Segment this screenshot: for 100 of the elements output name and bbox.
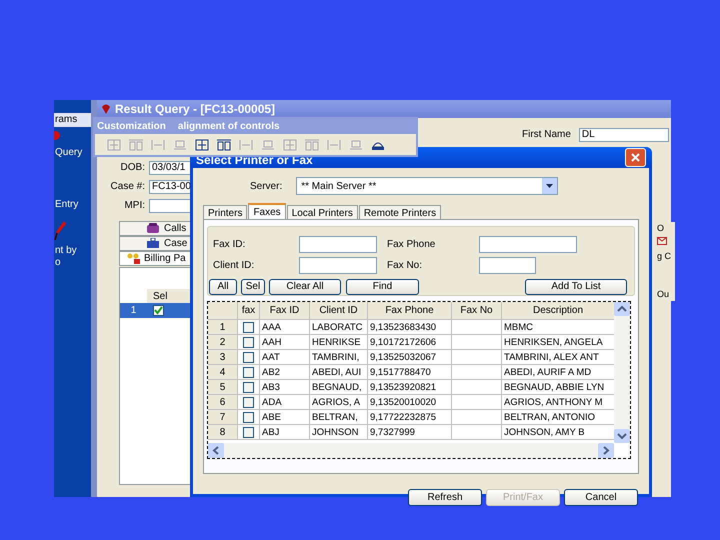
close-icon — [630, 152, 641, 163]
sidebar-item[interactable]: Entry — [54, 198, 91, 212]
row-number: 6 — [208, 395, 238, 409]
field-label: Fax No: — [386, 259, 424, 273]
button[interactable]: Refresh — [408, 489, 482, 506]
table-cell: AAH — [260, 335, 310, 349]
row-number: 8 — [208, 425, 238, 439]
field-label: Fax ID: — [213, 238, 246, 252]
table-cell: AB2 — [260, 365, 310, 379]
checkbox[interactable] — [243, 352, 254, 362]
dropdown-icon — [546, 184, 554, 188]
pen-icon — [54, 220, 66, 240]
phone-icon — [146, 223, 160, 234]
button[interactable]: Add To List — [525, 279, 627, 295]
toolbar-title: alignment of controls — [178, 120, 280, 134]
table-cell: ABEDI, AUI — [310, 365, 368, 379]
field-label: Server: — [250, 180, 282, 194]
button[interactable]: All — [209, 279, 237, 295]
table-cell: BEGNAUD, — [310, 380, 368, 394]
sidebar-item[interactable]: Query — [54, 146, 91, 160]
edge-text: Ou — [657, 288, 670, 300]
field-label: Case #: — [110, 180, 145, 194]
edge-text: O — [657, 222, 666, 235]
mail-icon — [657, 237, 667, 245]
table-cell: JOHNSON — [310, 425, 368, 439]
table-cell: 9,10172172606 — [368, 335, 452, 349]
field-label: First Name — [522, 128, 571, 142]
field-label: DOB: — [120, 161, 145, 175]
sidebar-item[interactable]: nt by — [54, 244, 91, 258]
checkbox[interactable] — [243, 412, 254, 422]
tab[interactable]: Local Printers — [286, 205, 358, 219]
table-cell: BELTRAN, — [310, 410, 368, 424]
row-number: 2 — [208, 335, 238, 349]
table-cell: ABE — [260, 410, 310, 424]
app-icon — [101, 104, 111, 114]
checkbox[interactable] — [243, 322, 254, 332]
vertical-scrollbar[interactable] — [614, 302, 630, 443]
row-number: 7 — [208, 410, 238, 424]
table-cell: ADA — [260, 395, 310, 409]
input-field[interactable] — [479, 236, 577, 253]
column-header: Fax Phone — [368, 302, 452, 319]
input-field[interactable] — [479, 257, 536, 274]
button[interactable]: Sel — [241, 279, 265, 295]
table-cell: 9,13520010020 — [368, 395, 452, 409]
alignment-icon[interactable] — [217, 138, 231, 150]
tab[interactable]: Faxes — [248, 203, 286, 219]
sidebar-item[interactable]: rams — [54, 113, 91, 127]
arrow-left-icon[interactable] — [208, 443, 224, 458]
row-number: 3 — [208, 350, 238, 364]
field-label: Client ID: — [213, 259, 256, 273]
input-field[interactable] — [299, 236, 377, 253]
checkbox[interactable] — [243, 426, 254, 438]
checkbox[interactable] — [243, 336, 254, 348]
checkbox[interactable] — [243, 396, 254, 408]
field-label: Fax Phone — [386, 238, 436, 252]
people-icon — [126, 253, 140, 264]
column-header: Fax ID — [260, 302, 310, 319]
table-cell: 9,1517788470 — [368, 365, 452, 379]
window-title: Result Query - [FC13-00005] — [115, 101, 276, 118]
horizontal-scrollbar[interactable] — [208, 443, 614, 458]
table-cell: AAA — [260, 320, 310, 334]
button[interactable]: Clear All — [269, 279, 341, 295]
row-number: 1 — [130, 304, 138, 318]
table-cell: TAMBRINI, — [310, 350, 368, 364]
arrow-up-icon[interactable] — [614, 302, 630, 316]
table-cell: HENRIKSE — [310, 335, 368, 349]
table-cell: AB3 — [260, 380, 310, 394]
column-header: Fax No — [452, 302, 502, 319]
sidebar-item[interactable]: o — [54, 256, 91, 270]
button[interactable]: Cancel — [564, 489, 638, 506]
table-cell: ABJ — [260, 425, 310, 439]
input-field[interactable]: DL — [578, 128, 669, 142]
edge-text: g C — [657, 250, 672, 263]
table-cell: 9,7327999 — [368, 425, 452, 439]
row-number: 4 — [208, 365, 238, 379]
arrow-down-icon[interactable] — [614, 429, 630, 443]
table-cell: 9,13523920821 — [368, 380, 452, 394]
checkbox[interactable] — [153, 305, 164, 316]
toolbar-title: Customization — [97, 120, 166, 134]
tab[interactable]: Remote Printers — [358, 205, 442, 219]
table-cell: LABORATC — [310, 320, 368, 334]
row-number: 1 — [208, 320, 238, 334]
table-cell: 9,13523683430 — [368, 320, 452, 334]
table-cell: 9,17722232875 — [368, 410, 452, 424]
server-dropdown[interactable]: ** Main Server ** — [296, 177, 558, 195]
arrow-right-icon[interactable] — [598, 443, 614, 458]
alignment-icon[interactable] — [195, 138, 209, 150]
field-label: MPI: — [123, 199, 145, 213]
row-number: 5 — [208, 380, 238, 394]
checkbox[interactable] — [243, 382, 254, 392]
column-header: Sel — [152, 290, 168, 304]
table-cell: AAT — [260, 350, 310, 364]
close-button[interactable] — [625, 148, 646, 167]
column-header: fax — [238, 302, 260, 319]
input-field[interactable] — [299, 257, 377, 274]
button[interactable]: Find — [346, 279, 419, 295]
tab[interactable]: Printers — [203, 205, 248, 219]
checkbox[interactable] — [243, 366, 254, 378]
table-cell: 9,13525032067 — [368, 350, 452, 364]
briefcase-icon — [146, 238, 160, 249]
